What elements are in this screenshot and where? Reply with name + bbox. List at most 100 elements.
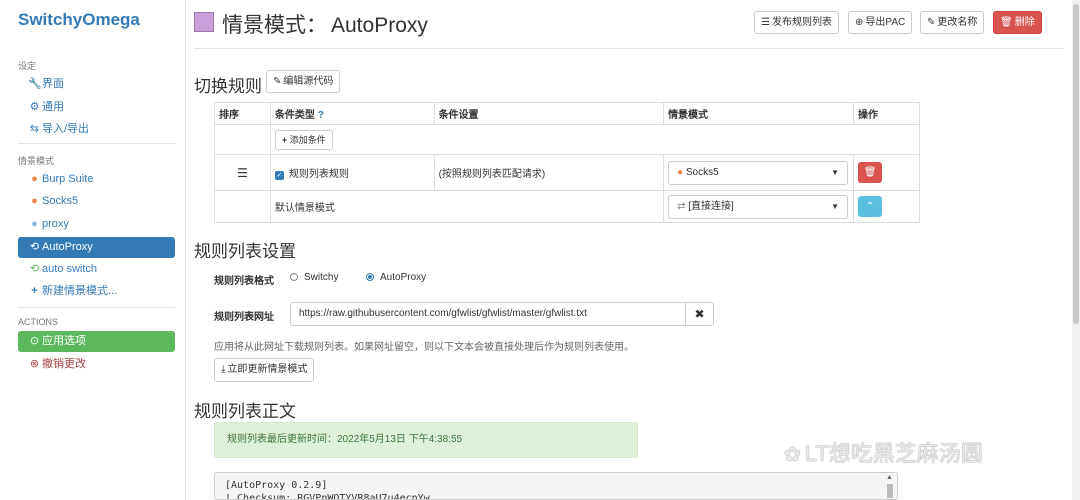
sidebar-item-auto-switch[interactable]: ⟲ auto switch	[18, 259, 175, 280]
rule-list-textarea[interactable]: [AutoProxy 0.2.9] ! Checksum: RGVPnWQTYV…	[214, 472, 898, 500]
code-line: [AutoProxy 0.2.9]	[225, 480, 328, 491]
divider	[18, 307, 175, 308]
sidebar-item-interface[interactable]: 🔧界面	[18, 74, 175, 95]
list-icon: ☰	[761, 17, 770, 28]
switch-icon: ⟲	[29, 263, 40, 275]
default-profile-select[interactable]: ⇄ [直接连接] ▼	[668, 194, 849, 219]
update-profile-button[interactable]: ⤓ 立即更新情景模式	[214, 358, 315, 382]
plus-icon: +	[281, 134, 288, 145]
actions-header: ACTIONS	[18, 317, 59, 327]
sidebar-item-socks5[interactable]: ● Socks5	[18, 191, 175, 212]
sidebar: SwitchyOmega 设定 🔧界面 ⚙ 通用 ⇆ 导入/导出 情景模式 ● Bur…	[0, 0, 186, 500]
button-label: 发布规则列表	[771, 17, 832, 28]
plus-icon: +	[31, 285, 38, 297]
cancel-circle-icon: ⊗	[29, 358, 40, 370]
default-profile-row: 默认情景模式 ⇄ [直接连接] ▼ ⌃	[214, 190, 920, 223]
clear-url-button[interactable]: ✖	[685, 302, 714, 326]
header-divider	[194, 48, 1064, 49]
rule-list-format-label: 规则列表格式	[214, 276, 274, 287]
discard-label: 撤销更改	[42, 358, 86, 370]
sidebar-item-label: proxy	[42, 218, 69, 230]
button-label: 删除	[1014, 17, 1035, 28]
code-line: ! Checksum: RGVPnWQTYVR8aU7u4ecnYw	[225, 493, 430, 500]
radio-icon[interactable]	[290, 273, 298, 281]
table-header-row: 排序 条件类型 ? 条件设置 情景模式 操作	[214, 102, 920, 125]
switch-rules-table: 排序 条件类型 ? 条件设置 情景模式 操作 + 添加条件 ☰ ✓ 规则列表规则 …	[214, 102, 921, 223]
button-label: 更改名称	[937, 17, 978, 28]
radio-selected-icon[interactable]	[366, 273, 374, 281]
column-header-label: 条件类型	[274, 110, 315, 121]
add-condition-row: + 添加条件	[214, 124, 921, 155]
scroll-up-icon[interactable]: ▲	[886, 474, 893, 481]
delete-rule-button[interactable]: 🗑	[858, 162, 883, 183]
globe-icon: ●	[31, 195, 38, 207]
button-label: 立即更新情景模式	[227, 364, 308, 375]
default-profile-label: 默认情景模式	[269, 190, 665, 223]
wechat-icon: ✿	[784, 444, 801, 466]
page-title: 情景模式： AutoProxy	[222, 9, 428, 39]
publish-rule-list-button[interactable]: ☰ 发布规则列表	[754, 11, 839, 34]
close-icon: ✖	[694, 307, 705, 321]
sidebar-item-autoproxy[interactable]: ⟲ AutoProxy	[18, 237, 175, 258]
download-icon: ⊕	[855, 17, 864, 28]
profile-name: AutoProxy	[331, 14, 428, 37]
rename-button[interactable]: ✎ 更改名称	[920, 11, 985, 34]
drag-handle-icon[interactable]: ☰	[237, 166, 248, 180]
sidebar-item-label: auto switch	[42, 263, 98, 275]
help-icon[interactable]: ?	[318, 110, 324, 121]
url-help-text: 应用将从此网址下载规则列表。如果网址留空，则以下文本会被直接处理后作为规则列表使…	[214, 342, 634, 353]
sidebar-item-label: 通用	[42, 101, 64, 113]
move-up-button[interactable]: ⌃	[858, 196, 883, 217]
condition-type[interactable]: 规则列表规则	[289, 169, 349, 180]
page-title-label: 情景模式：	[222, 14, 327, 37]
checkbox-icon[interactable]: ✓	[274, 171, 284, 180]
sidebar-item-label: 新建情景模式...	[42, 285, 118, 297]
column-header: 排序	[214, 102, 271, 125]
delete-profile-button[interactable]: 🗑 删除	[993, 11, 1042, 34]
sidebar-item-import-export[interactable]: ⇆ 导入/导出	[18, 119, 175, 140]
last-updated-alert: 规则列表最后更新时间：2022年5月13日 下午4:38:55	[214, 422, 638, 458]
watermark: ✿ LT想吃黑芝麻汤圆	[784, 436, 983, 468]
profile-select[interactable]: ● Socks5 ▼	[668, 160, 849, 185]
check-circle-icon: ⊙	[29, 335, 40, 347]
globe-icon: ●	[677, 166, 684, 178]
page-scrollbar[interactable]	[1072, 0, 1080, 500]
format-option-autoproxy[interactable]: AutoProxy	[366, 272, 426, 283]
rule-list-url-label: 规则列表网址	[214, 312, 274, 323]
app-brand[interactable]: SwitchyOmega	[18, 10, 140, 30]
select-value: [直接连接]	[688, 200, 734, 212]
sidebar-item-new-profile[interactable]: + 新建情景模式...	[18, 281, 175, 302]
profile-color-swatch[interactable]	[194, 12, 214, 32]
format-option-switchy[interactable]: Switchy	[290, 272, 338, 283]
chevron-up-icon: ⌃	[865, 201, 875, 212]
sidebar-item-label: 导入/导出	[42, 123, 90, 135]
edit-icon: ✎	[927, 17, 936, 28]
radio-label: AutoProxy	[380, 272, 427, 283]
import-export-icon: ⇆	[29, 123, 40, 135]
scrollbar-thumb[interactable]	[887, 484, 893, 498]
rule-list-url-input[interactable]: https://raw.githubusercontent.com/gfwlis…	[290, 302, 686, 326]
apply-options-button[interactable]: ⊙ 应用选项	[18, 331, 175, 352]
sidebar-item-burp-suite[interactable]: ● Burp Suite	[18, 169, 175, 190]
edit-source-button[interactable]: ✎ 编辑源代码	[266, 70, 341, 93]
button-label: 编辑源代码	[283, 76, 334, 87]
caret-down-icon: ▼	[831, 167, 840, 177]
export-pac-button[interactable]: ⊕ 导出PAC	[848, 11, 913, 34]
column-header: 情景模式	[663, 102, 855, 125]
button-label: 添加条件	[289, 134, 326, 145]
sidebar-item-general[interactable]: ⚙ 通用	[18, 97, 175, 118]
trash-icon: 🗑	[1000, 17, 1013, 28]
sidebar-item-proxy[interactable]: ● proxy	[18, 214, 175, 235]
add-condition-button[interactable]: + 添加条件	[274, 129, 333, 150]
watermark-text: LT想吃黑芝麻汤圆	[804, 441, 983, 466]
rule-list-text-title: 规则列表正文	[194, 402, 296, 421]
select-value: Socks5	[685, 166, 719, 178]
discard-changes-button[interactable]: ⊗ 撤销更改	[18, 354, 175, 375]
column-header: 条件设置	[433, 102, 665, 125]
textarea-scrollbar[interactable]: ▲	[884, 474, 896, 498]
apply-label: 应用选项	[42, 335, 86, 347]
scrollbar-thumb[interactable]	[1073, 4, 1079, 324]
globe-icon: ●	[31, 173, 38, 185]
profiles-header: 情景模式	[18, 156, 55, 166]
gear-icon: ⚙	[29, 101, 40, 113]
